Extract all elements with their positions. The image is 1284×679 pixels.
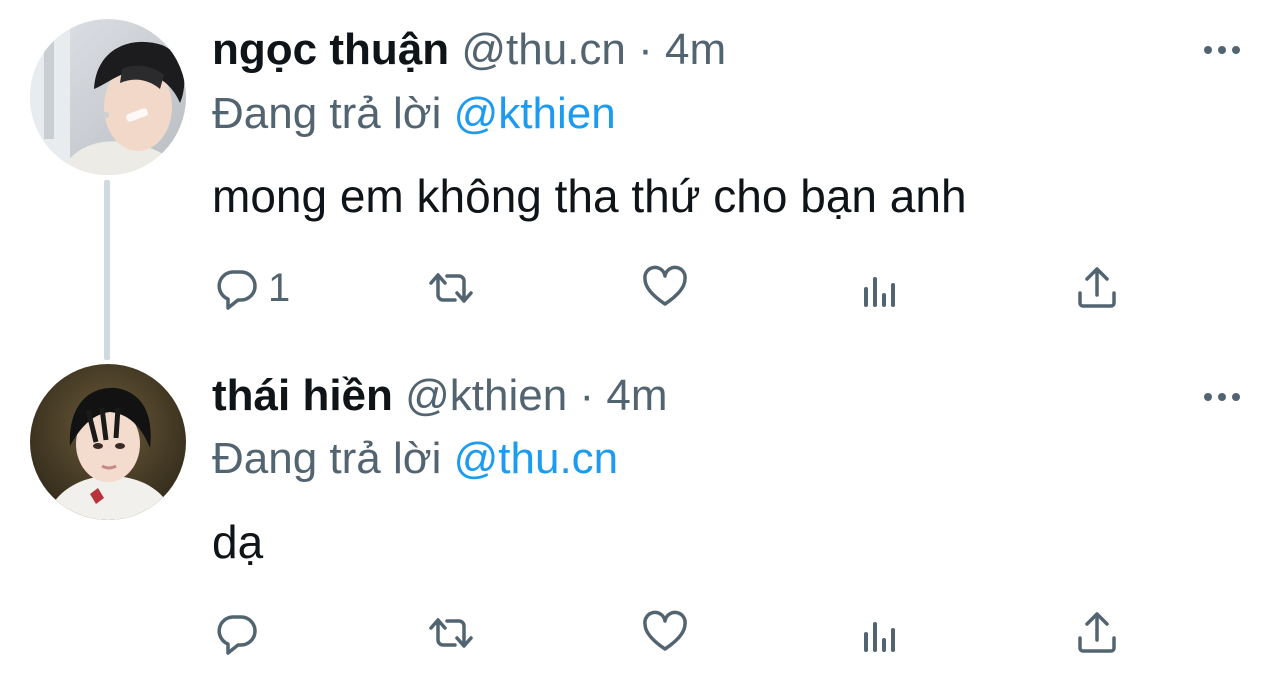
more-icon[interactable]	[1202, 40, 1242, 60]
tweet-thread: ngọc thuận @thu.cn · 4m Đang trả lời @kt…	[0, 0, 1284, 679]
tweet-header: ngọc thuận @thu.cn · 4m	[212, 20, 726, 80]
reply-button[interactable]: 1	[212, 260, 290, 316]
views-button[interactable]	[856, 260, 906, 316]
timestamp[interactable]: 4m	[606, 371, 667, 420]
display-name[interactable]: thái hiền	[212, 371, 393, 420]
reply-icon	[217, 270, 257, 310]
timestamp[interactable]: 4m	[665, 25, 726, 74]
reply-icon	[217, 615, 257, 655]
heart-icon	[643, 265, 687, 306]
mention-link[interactable]: @thu.cn	[454, 434, 619, 483]
tweet-actions: 1	[212, 260, 1132, 316]
avatar[interactable]	[30, 364, 186, 520]
heart-icon	[643, 610, 687, 651]
mention-link[interactable]: @kthien	[454, 89, 616, 138]
views-icon	[864, 622, 895, 652]
tweet-actions	[212, 605, 1132, 661]
tweet[interactable]: thái hiền @kthien · 4m Đang trả lời @thu…	[0, 350, 1284, 679]
separator-dot: ·	[638, 25, 653, 74]
retweet-button[interactable]	[426, 260, 476, 316]
share-icon	[1078, 267, 1116, 308]
tweet[interactable]: ngọc thuận @thu.cn · 4m Đang trả lời @kt…	[0, 0, 1284, 360]
user-handle[interactable]: @thu.cn	[461, 25, 626, 74]
display-name[interactable]: ngọc thuận	[212, 25, 449, 74]
replying-to-label: Đang trả lời	[212, 434, 454, 483]
like-button[interactable]	[640, 260, 690, 316]
retweet-button[interactable]	[426, 605, 476, 661]
share-icon	[1078, 612, 1116, 653]
views-button[interactable]	[856, 605, 906, 661]
avatar[interactable]	[30, 19, 186, 175]
retweet-icon	[429, 273, 473, 303]
retweet-icon	[429, 618, 473, 648]
tweet-text: dạ	[212, 516, 264, 568]
reply-count: 1	[268, 265, 291, 310]
separator-dot: ·	[579, 371, 595, 420]
share-button[interactable]	[1072, 260, 1122, 316]
more-icon[interactable]	[1202, 387, 1242, 407]
replying-to-label: Đang trả lời	[212, 89, 454, 138]
user-handle[interactable]: @kthien	[405, 371, 567, 420]
replying-to-line: Đang trả lời @kthien	[212, 86, 616, 142]
tweet-header: thái hiền @kthien · 4m	[212, 366, 667, 426]
like-button[interactable]	[640, 605, 690, 661]
thread-connector-line	[104, 180, 110, 360]
views-icon	[864, 277, 895, 307]
reply-button[interactable]	[212, 605, 268, 661]
share-button[interactable]	[1072, 605, 1122, 661]
replying-to-line: Đang trả lời @thu.cn	[212, 431, 618, 487]
tweet-text: mong em không tha thứ cho bạn anh	[212, 170, 967, 222]
